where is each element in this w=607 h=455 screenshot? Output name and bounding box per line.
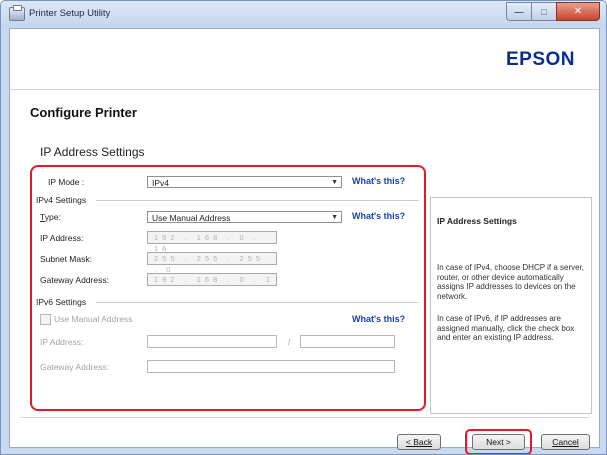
settings-highlight-frame	[30, 165, 426, 411]
window-title: Printer Setup Utility	[29, 8, 111, 19]
section-title: IP Address Settings	[40, 145, 145, 159]
close-button[interactable]: ✕	[556, 2, 600, 21]
help-panel-text-ipv6: In case of IPv6, if IP addresses are ass…	[437, 314, 575, 342]
minimize-button[interactable]: —	[506, 2, 532, 21]
help-panel-text-ipv4: In case of IPv4, choose DHCP if a server…	[437, 263, 585, 301]
next-button[interactable]: Next >	[472, 434, 525, 450]
footer-divider	[20, 417, 589, 418]
cancel-button-label: Cancel	[552, 437, 579, 447]
back-button-label: < Back	[405, 437, 433, 447]
window-controls: — □ ✕	[506, 2, 600, 21]
printer-setup-window: Printer Setup Utility — □ ✕ EPSON Config…	[0, 0, 607, 455]
title-bar: Printer Setup Utility — □ ✕	[1, 1, 606, 27]
maximize-icon: □	[541, 6, 547, 17]
page-title: Configure Printer	[30, 105, 137, 120]
dialog-client-area: EPSON Configure Printer IP Address Setti…	[9, 28, 600, 454]
header-band: EPSON	[10, 29, 599, 90]
printer-icon	[9, 5, 25, 21]
help-panel-title: IP Address Settings	[437, 216, 517, 226]
next-button-label: Next >	[486, 437, 511, 447]
help-panel: IP Address Settings In case of IPv4, cho…	[430, 197, 592, 414]
close-icon: ✕	[573, 6, 583, 17]
back-button[interactable]: < Back	[397, 434, 441, 450]
minimize-icon: —	[514, 6, 524, 17]
cancel-button[interactable]: Cancel	[541, 434, 590, 450]
maximize-button[interactable]: □	[531, 2, 557, 21]
epson-logo: EPSON	[505, 49, 575, 70]
